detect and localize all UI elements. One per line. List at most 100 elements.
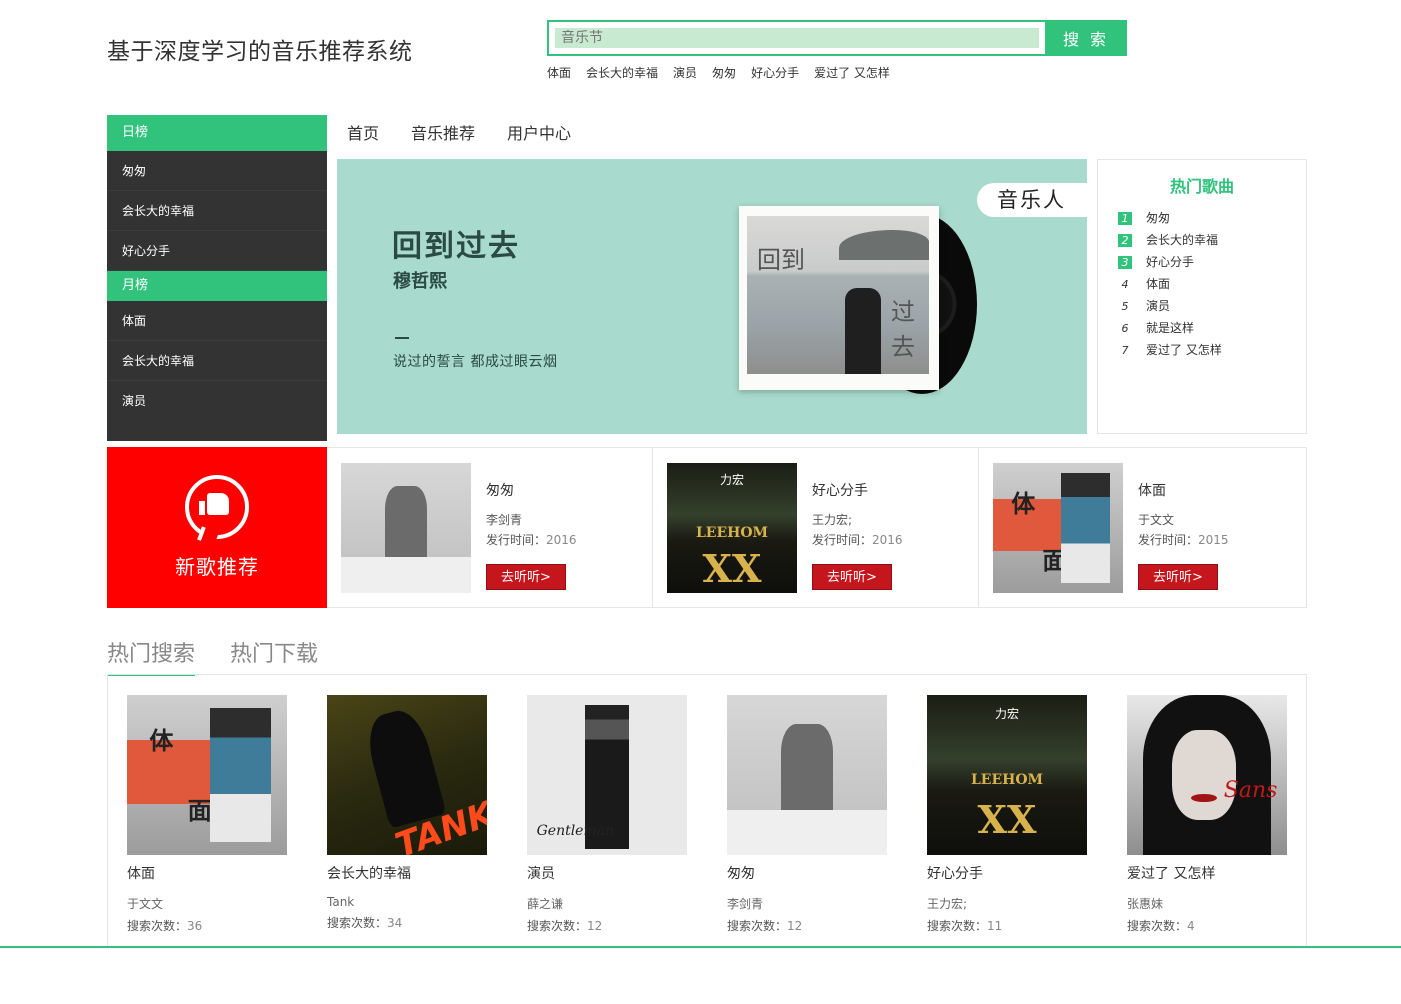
banner-album-cover: 回到 过去 xyxy=(739,206,939,390)
hot-word[interactable]: 会长大的幸福 xyxy=(586,64,658,81)
song-name[interactable]: 爱过了 又怎样 xyxy=(1127,863,1287,883)
new-songs-tile[interactable]: 新歌推荐 xyxy=(107,447,327,608)
cover-text: 体 xyxy=(1011,489,1036,518)
search-button[interactable]: 搜 索 xyxy=(1045,20,1127,56)
release-date: 发行时间：2016 xyxy=(812,531,903,548)
song-name[interactable]: 会长大的幸福 xyxy=(327,863,487,883)
search-input[interactable] xyxy=(555,28,1039,48)
listen-button[interactable]: 去听听> xyxy=(486,564,566,590)
hot-search-item[interactable]: TANK 会长大的幸福 Tank 搜索次数：34 xyxy=(327,695,487,931)
artist-name: 张惠妹 xyxy=(1127,897,1164,911)
search-box: 搜 索 xyxy=(547,20,1127,56)
nav-user-center[interactable]: 用户中心 xyxy=(507,120,571,144)
hot-word[interactable]: 好心分手 xyxy=(751,64,799,81)
song-name[interactable]: 体面 xyxy=(1138,480,1166,500)
cover-text: LEEHOM xyxy=(695,525,769,542)
album-cover[interactable]: Sans xyxy=(1127,695,1287,855)
hot-word[interactable]: 演员 xyxy=(673,64,697,81)
search-count-label: 搜索次数： xyxy=(327,916,388,930)
search-count-value: 36 xyxy=(187,919,203,933)
search-count-label: 搜索次数： xyxy=(927,919,988,933)
daily-chart-item[interactable]: 匆匆 xyxy=(107,151,327,191)
hot-word[interactable]: 体面 xyxy=(547,64,571,81)
hot-word[interactable]: 匆匆 xyxy=(712,64,736,81)
monthly-chart-header[interactable]: 月榜 xyxy=(107,271,327,301)
release-date-value: 2016 xyxy=(546,533,577,547)
song-name[interactable]: 匆匆 xyxy=(727,863,887,883)
daily-chart-item[interactable]: 会长大的幸福 xyxy=(107,191,327,231)
search-count-value: 12 xyxy=(787,919,803,933)
album-cover[interactable]: 体面 xyxy=(127,695,287,855)
album-cover[interactable] xyxy=(727,695,887,855)
search-count-value: 12 xyxy=(587,919,603,933)
song-name[interactable]: 好心分手 xyxy=(812,480,868,500)
artist-name: 于文文 xyxy=(127,897,164,911)
monthly-chart-item[interactable]: 会长大的幸福 xyxy=(107,341,327,381)
hot-search-item[interactable]: 体面 体面 于文文 搜索次数：36 xyxy=(127,695,287,934)
artist-name: 薛之谦 xyxy=(527,897,564,911)
search-count-value: 4 xyxy=(1187,919,1195,933)
hot-song-item[interactable]: 1 匆匆 xyxy=(1118,207,1306,229)
cover-text: 面 xyxy=(187,797,212,825)
nav-recommend[interactable]: 音乐推荐 xyxy=(411,120,475,144)
album-cover[interactable]: 力宏 LEEHOM XX xyxy=(667,463,797,593)
album-cover[interactable]: 体面 xyxy=(993,463,1123,593)
hot-song-item[interactable]: 6 就是这样 xyxy=(1118,317,1306,339)
artist-name: 王力宏; xyxy=(927,897,968,911)
tab-hot-search[interactable]: 热门搜索 xyxy=(107,636,196,676)
album-cover[interactable]: TANK xyxy=(327,695,487,855)
new-song-card: 匆匆 李剑青 发行时间：2016 去听听> xyxy=(327,448,653,607)
hot-search-item[interactable]: Gentleman 演员 薛之谦 搜索次数：12 xyxy=(527,695,687,934)
album-cover[interactable] xyxy=(341,463,471,593)
hot-search-item[interactable]: 力宏 LEEHOM XX 好心分手 王力宏; 搜索次数：11 xyxy=(927,695,1087,934)
release-date: 发行时间：2015 xyxy=(1138,531,1229,548)
hot-words: 体面 会长大的幸福 演员 匆匆 好心分手 爱过了 又怎样 xyxy=(547,64,890,81)
banner-artist: 穆哲熙 xyxy=(393,271,447,292)
rank-number: 5 xyxy=(1121,299,1129,313)
nav-home[interactable]: 首页 xyxy=(347,120,379,144)
song-name[interactable]: 演员 xyxy=(527,863,687,883)
hot-song-item[interactable]: 7 爱过了 又怎样 xyxy=(1118,339,1306,361)
song-name: 就是这样 xyxy=(1146,321,1195,335)
monthly-chart-item[interactable]: 演员 xyxy=(107,381,327,421)
song-name: 演员 xyxy=(1146,299,1171,313)
hot-songs-panel: 热门歌曲 1 匆匆 2 会长大的幸福 3 好心分手 4 体面 5 演员 6 就是这样 7 爱过… xyxy=(1097,159,1307,434)
new-songs-list: 匆匆 李剑青 发行时间：2016 去听听> 力宏 LEEHOM XX 好心分手 王力… xyxy=(327,447,1307,608)
monthly-chart-item[interactable]: 体面 xyxy=(107,301,327,341)
daily-chart-header[interactable]: 日榜 xyxy=(107,115,327,151)
search-count-label: 搜索次数： xyxy=(1127,919,1188,933)
artist-name: Tank xyxy=(327,895,355,909)
listen-button[interactable]: 去听听> xyxy=(1138,564,1218,590)
banner-divider xyxy=(395,337,409,339)
song-name: 爱过了 又怎样 xyxy=(1146,343,1222,357)
album-cover[interactable]: Gentleman xyxy=(527,695,687,855)
hot-word[interactable]: 爱过了 又怎样 xyxy=(814,64,890,81)
search-count-value: 34 xyxy=(387,916,403,930)
daily-chart-item[interactable]: 好心分手 xyxy=(107,231,327,271)
album-cover-text: 回到 xyxy=(757,246,805,274)
release-date-label: 发行时间： xyxy=(812,533,873,547)
song-name[interactable]: 好心分手 xyxy=(927,863,1087,883)
cover-text: XX xyxy=(977,797,1037,843)
banner[interactable]: 回到过去 穆哲熙 说过的誓言 都成过眼云烟 回到 过去 音乐人 xyxy=(337,159,1087,434)
hot-song-item[interactable]: 5 演员 xyxy=(1118,295,1306,317)
search-count: 搜索次数：12 xyxy=(527,917,687,934)
site-title: 基于深度学习的音乐推荐系统 xyxy=(107,39,413,65)
song-name: 会长大的幸福 xyxy=(1146,233,1219,247)
release-date-label: 发行时间： xyxy=(486,533,547,547)
hot-search-item[interactable]: 匆匆 李剑青 搜索次数：12 xyxy=(727,695,887,934)
thumbs-up-icon xyxy=(185,475,249,539)
hot-song-item[interactable]: 3 好心分手 xyxy=(1118,251,1306,273)
search-count: 搜索次数：12 xyxy=(727,917,887,934)
song-name[interactable]: 体面 xyxy=(127,863,287,883)
tab-hot-download[interactable]: 热门下载 xyxy=(230,636,318,676)
hot-song-item[interactable]: 4 体面 xyxy=(1118,273,1306,295)
hot-search-item[interactable]: Sans 爱过了 又怎样 张惠妹 搜索次数：4 xyxy=(1127,695,1287,934)
rank-number: 4 xyxy=(1121,277,1129,291)
album-cover[interactable]: 力宏 LEEHOM XX xyxy=(927,695,1087,855)
hot-song-item[interactable]: 2 会长大的幸福 xyxy=(1118,229,1306,251)
listen-button[interactable]: 去听听> xyxy=(812,564,892,590)
song-name[interactable]: 匆匆 xyxy=(486,480,514,500)
banner-tag: 音乐人 xyxy=(977,183,1087,217)
song-name: 体面 xyxy=(1146,277,1171,291)
